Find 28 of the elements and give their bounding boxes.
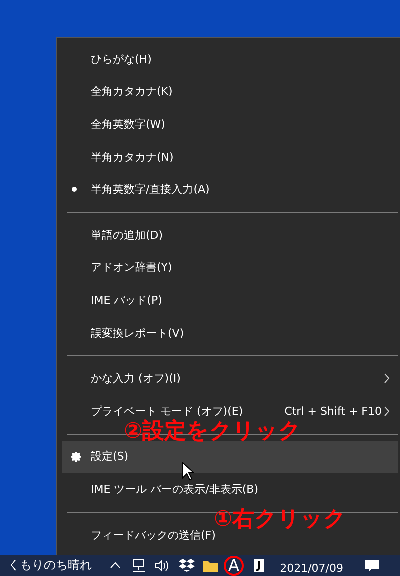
menu-item[interactable]: 半角カタカナ(N) — [62, 140, 180, 174]
menu-item[interactable]: アドオン辞書(Y) — [62, 252, 178, 284]
menu-item[interactable]: かな入力 (オフ)(I) — [62, 362, 398, 395]
chevron-right-icon — [384, 406, 390, 417]
ime-button[interactable]: J — [254, 559, 264, 572]
annotation-text: ①右クリック — [214, 507, 347, 532]
menu-item[interactable]: 全角英数字(W) — [62, 108, 172, 141]
folder-icon[interactable] — [203, 560, 218, 572]
mouse-cursor-icon — [182, 462, 194, 481]
chevron-up-icon[interactable] — [110, 562, 121, 570]
menu-item[interactable]: 単語の追加(D) — [62, 218, 170, 252]
menu-item[interactable]: 誤変換レポート(V) — [62, 316, 190, 350]
settings-icon — [71, 450, 83, 463]
speaker-icon[interactable] — [155, 560, 169, 572]
menu-item[interactable]: IME パッド(P) — [62, 284, 168, 317]
menu-item[interactable]: IME ツール バーの表示/非表示(B) — [62, 473, 265, 506]
box-icon[interactable] — [179, 559, 195, 572]
weather-text[interactable]: くもりのち晴れ — [8, 557, 92, 574]
network-icon[interactable] — [131, 558, 147, 573]
menu-item[interactable]: 設定(S) — [62, 440, 398, 474]
chevron-right-icon — [384, 373, 390, 384]
date-text[interactable]: 2021/07/09 — [280, 562, 344, 575]
menu-item[interactable]: 半角英数字/直接入力(A) — [62, 173, 216, 206]
notification-icon[interactable] — [364, 558, 380, 573]
menu-item[interactable]: 全角カタカナ(K) — [62, 76, 179, 108]
shortcut-text: Ctrl + Shift + F10 — [284, 404, 382, 418]
menu-item[interactable]: ひらがな(H) — [62, 43, 158, 76]
ime-mode-button[interactable]: A — [224, 556, 244, 576]
